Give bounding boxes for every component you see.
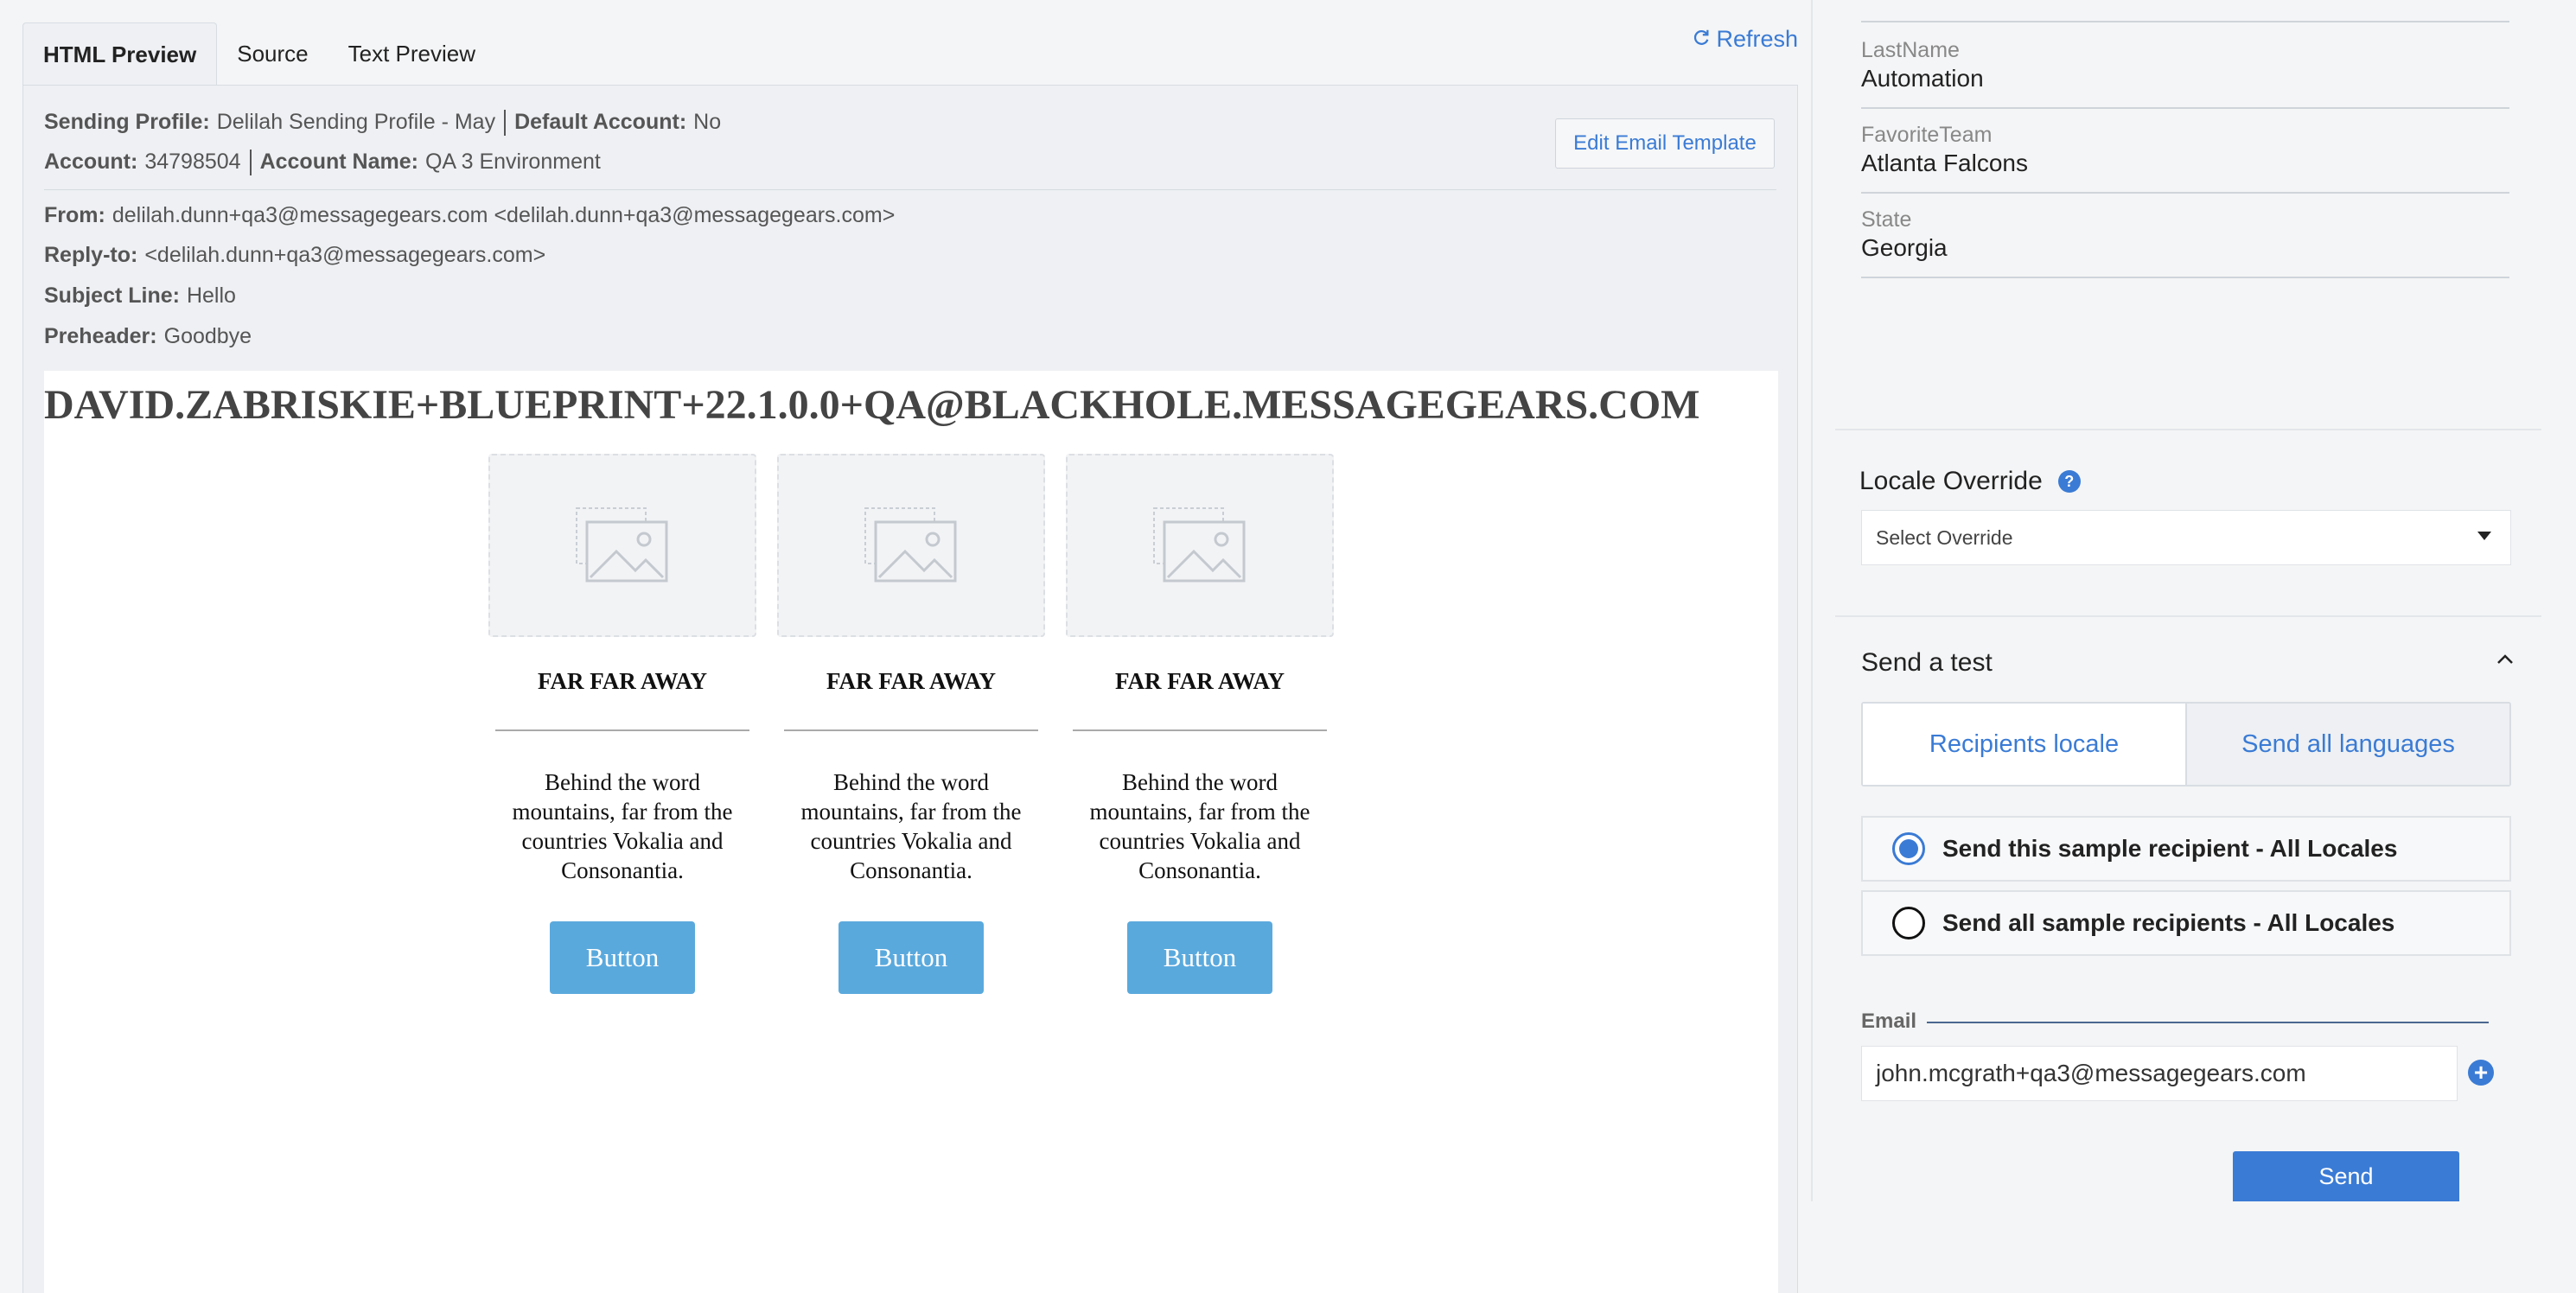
locale-override-heading: Locale Override ? <box>1859 467 2081 496</box>
content-column: FAR FAR AWAY Behind the word mountains, … <box>777 454 1045 994</box>
field-label: LastName <box>1861 38 1960 62</box>
divider <box>44 189 1776 190</box>
account-value: 34798504 <box>144 150 241 174</box>
preheader-line: Preheader: Goodbye <box>44 324 252 349</box>
field-label: FavoriteTeam <box>1861 123 1993 147</box>
from-label: From: <box>44 203 105 227</box>
preheader-label: Preheader: <box>44 324 157 348</box>
from-line: From: delilah.dunn+qa3@messagegears.com <… <box>44 203 895 228</box>
radio-unselected-icon[interactable] <box>1892 907 1925 939</box>
locale-override-title: Locale Override <box>1859 467 2043 495</box>
subject-value: Hello <box>186 283 236 308</box>
add-email-icon[interactable]: + <box>2468 1060 2494 1086</box>
email-button[interactable]: Button <box>550 921 695 994</box>
locale-toggle: Recipients locale Send all languages <box>1861 702 2511 787</box>
select-placeholder: Select Override <box>1876 525 2013 549</box>
panel-divider <box>1811 0 1813 1201</box>
image-placeholder <box>777 454 1045 637</box>
email-button[interactable]: Button <box>838 921 984 994</box>
refresh-label: Refresh <box>1716 26 1798 52</box>
tab-text-preview[interactable]: Text Preview <box>328 22 495 85</box>
tab-html-preview[interactable]: HTML Preview <box>22 22 218 85</box>
reply-to-line: Reply-to: <delilah.dunn+qa3@messagegears.… <box>44 243 545 268</box>
account-line: Account: 34798504 Account Name: QA 3 Enviro… <box>44 150 601 176</box>
preheader-value: Goodbye <box>163 324 252 348</box>
preview-tabs: HTML Preview Source Text Preview <box>22 22 495 85</box>
separator <box>249 150 252 176</box>
column-divider <box>495 729 749 731</box>
chevron-up-icon[interactable] <box>2496 650 2515 669</box>
preview-panel: HTML Preview Source Text Preview Refresh… <box>0 0 1815 1293</box>
email-title: DAVID.ZABRISKIE+BLUEPRINT+22.1.0.0+QA@BL… <box>44 382 1700 428</box>
sending-profile-value: Delilah Sending Profile - May <box>216 110 496 134</box>
column-heading: FAR FAR AWAY <box>1114 668 1285 694</box>
email-label: Email <box>1861 1010 1917 1033</box>
caret-down-icon <box>2477 532 2491 540</box>
field-value: Georgia <box>1861 234 1948 261</box>
column-heading: FAR FAR AWAY <box>537 668 707 694</box>
send-all-languages-button[interactable]: Send all languages <box>2187 704 2509 785</box>
refresh-icon <box>1692 26 1711 53</box>
radio-send-all-samples[interactable]: Send all sample recipients - All Locales <box>1861 890 2511 956</box>
field-value: Atlanta Falcons <box>1861 150 2028 176</box>
image-icon <box>1153 507 1246 583</box>
separator <box>504 110 507 137</box>
email-button[interactable]: Button <box>1127 921 1272 994</box>
send-button[interactable]: Send <box>2233 1151 2459 1201</box>
sending-profile-label: Sending Profile: <box>44 110 210 134</box>
default-account-value: No <box>693 110 722 134</box>
column-text: Behind the word mountains, far from the … <box>512 769 733 883</box>
email-input[interactable]: john.mcgrath+qa3@messagegears.com <box>1861 1046 2458 1101</box>
help-icon[interactable]: ? <box>2057 470 2081 493</box>
default-account-label: Default Account: <box>514 110 687 134</box>
recipients-locale-button[interactable]: Recipients locale <box>1863 704 2187 785</box>
recipient-field-favoriteteam: FavoriteTeam Atlanta Falcons <box>1861 123 2509 194</box>
tab-source[interactable]: Source <box>217 22 328 85</box>
recipient-field-lastname: LastName Automation <box>1861 38 2509 109</box>
field-label: State <box>1861 207 1912 232</box>
column-divider <box>784 729 1038 731</box>
account-name-value: QA 3 Environment <box>424 150 601 174</box>
image-icon <box>864 507 957 583</box>
account-label: Account: <box>44 150 138 174</box>
email-body: DAVID.ZABRISKIE+BLUEPRINT+22.1.0.0+QA@BL… <box>44 371 1778 1293</box>
column-text: Behind the word mountains, far from the … <box>800 769 1022 883</box>
section-divider <box>1835 429 2541 430</box>
account-name-label: Account Name: <box>259 150 418 174</box>
field-value: Automation <box>1861 65 1984 92</box>
recipient-field-state: State Georgia <box>1861 207 2509 278</box>
radio-label: Send this sample recipient - All Locales <box>1942 835 2398 862</box>
locale-override-select[interactable]: Select Override <box>1861 510 2511 565</box>
column-text: Behind the word mountains, far from the … <box>1089 769 1310 883</box>
refresh-button[interactable]: Refresh <box>1692 26 1798 53</box>
send-test-title: Send a test <box>1861 648 1993 677</box>
preview-card: Sending Profile: Delilah Sending Profile … <box>22 85 1798 1293</box>
image-icon <box>576 507 668 583</box>
reply-to-value: <delilah.dunn+qa3@messagegears.com> <box>144 243 546 267</box>
content-column: FAR FAR AWAY Behind the word mountains, … <box>1066 454 1334 994</box>
content-column: FAR FAR AWAY Behind the word mountains, … <box>488 454 756 994</box>
edit-email-template-button[interactable]: Edit Email Template <box>1555 118 1775 169</box>
column-heading: FAR FAR AWAY <box>826 668 996 694</box>
image-placeholder <box>1066 454 1334 637</box>
radio-label: Send all sample recipients - All Locales <box>1942 909 2395 936</box>
radio-selected-icon[interactable] <box>1892 832 1925 865</box>
column-divider <box>1073 729 1327 731</box>
test-panel: LastName Automation FavoriteTeam Atlanta… <box>1811 0 2576 1293</box>
image-placeholder <box>488 454 756 637</box>
reply-to-label: Reply-to: <box>44 243 138 267</box>
radio-send-this-sample[interactable]: Send this sample recipient - All Locales <box>1861 816 2511 882</box>
section-divider <box>1835 615 2541 617</box>
subject-line: Subject Line: Hello <box>44 283 236 309</box>
email-label-line <box>1927 1022 2489 1023</box>
from-value: delilah.dunn+qa3@messagegears.com <delil… <box>112 203 896 227</box>
profile-line: Sending Profile: Delilah Sending Profile … <box>44 110 722 137</box>
divider <box>1861 21 2509 22</box>
subject-label: Subject Line: <box>44 283 180 308</box>
